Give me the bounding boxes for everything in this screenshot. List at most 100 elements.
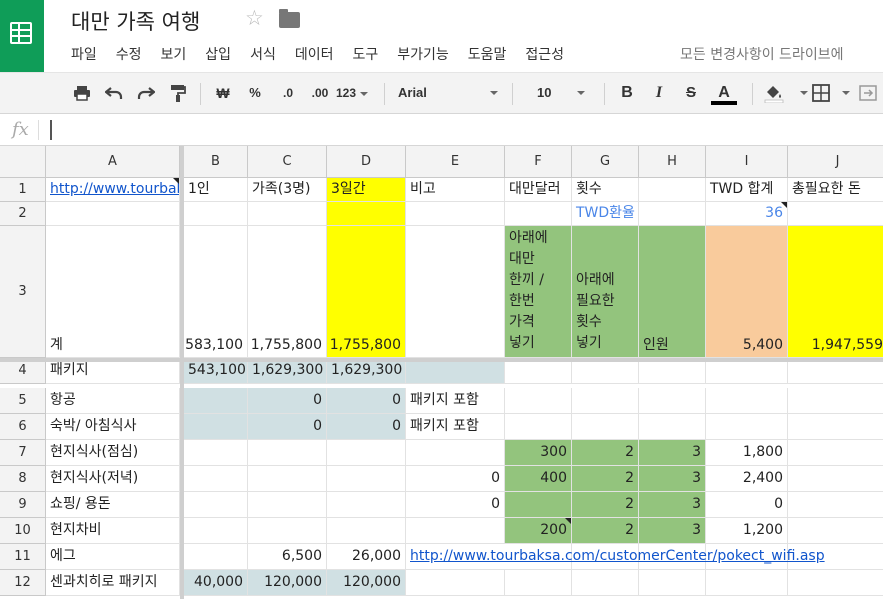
cell-b12[interactable]: 40,000	[184, 570, 248, 596]
redo-icon[interactable]	[134, 81, 158, 105]
cell-d9[interactable]	[327, 492, 406, 518]
menu-data[interactable]: 데이터	[295, 44, 334, 64]
cell-c12[interactable]: 120,000	[248, 570, 327, 596]
fill-color-button[interactable]	[764, 81, 808, 105]
cell-h6[interactable]	[639, 414, 706, 440]
cell-j10[interactable]	[788, 518, 883, 544]
cell-j5[interactable]	[788, 388, 883, 414]
increase-decimal-button[interactable]: .00	[306, 81, 334, 105]
cell-g10[interactable]: 2	[572, 518, 639, 544]
cell-h5[interactable]	[639, 388, 706, 414]
cell-i7[interactable]: 1,800	[706, 440, 788, 466]
cell-b8[interactable]	[184, 466, 248, 492]
menu-addons[interactable]: 부가기능	[397, 44, 449, 64]
cell-value-e11[interactable]: http://www.tourbaksa.com/customerCenter/…	[410, 548, 825, 564]
sheets-logo-icon[interactable]	[0, 0, 44, 72]
cell-f1[interactable]: 대만달러	[505, 178, 572, 202]
cell-i6[interactable]	[706, 414, 788, 440]
row-header-10[interactable]: 10	[0, 518, 46, 544]
column-header-i[interactable]: I	[706, 146, 788, 178]
cell-d2[interactable]	[327, 202, 406, 226]
print-icon[interactable]	[70, 81, 94, 105]
cell-e8[interactable]: 0	[406, 466, 505, 492]
cell-i1[interactable]: TWD 합계	[706, 178, 788, 202]
cell-a9[interactable]: 쇼핑/ 용돈	[46, 492, 180, 518]
cell-e2[interactable]	[406, 202, 505, 226]
cell-d5[interactable]: 0	[327, 388, 406, 414]
menu-accessibility[interactable]: 접근성	[525, 44, 564, 64]
cell-a3[interactable]: 계	[46, 226, 180, 358]
row-header-11[interactable]: 11	[0, 544, 46, 570]
cell-h12[interactable]	[639, 570, 706, 596]
percent-format-button[interactable]: %	[244, 81, 266, 105]
paint-format-icon[interactable]	[166, 81, 190, 105]
column-header-e[interactable]: E	[406, 146, 505, 178]
merge-cells-icon[interactable]	[856, 81, 880, 105]
cell-d8[interactable]	[327, 466, 406, 492]
cell-j3[interactable]: 1,947,559	[788, 226, 883, 358]
cell-a6[interactable]: 숙박/ 아침식사	[46, 414, 180, 440]
cell-a8[interactable]: 현지식사(저녁)	[46, 466, 180, 492]
cell-b6[interactable]	[184, 414, 248, 440]
row-header-5[interactable]: 5	[0, 388, 46, 414]
cell-b5[interactable]	[184, 388, 248, 414]
cell-g9[interactable]: 2	[572, 492, 639, 518]
cell-e7[interactable]	[406, 440, 505, 466]
folder-icon[interactable]	[279, 9, 300, 28]
undo-icon[interactable]	[102, 81, 126, 105]
cell-g1[interactable]: 횟수	[572, 178, 639, 202]
column-header-h[interactable]: H	[639, 146, 706, 178]
cell-a10[interactable]: 현지차비	[46, 518, 180, 544]
cell-i9[interactable]: 0	[706, 492, 788, 518]
cell-j7[interactable]	[788, 440, 883, 466]
cell-j12[interactable]	[788, 570, 883, 596]
cell-a11[interactable]: 에그	[46, 544, 180, 570]
cell-a5[interactable]: 항공	[46, 388, 180, 414]
cell-c2[interactable]	[248, 202, 327, 226]
borders-button[interactable]	[812, 81, 850, 105]
cell-h2[interactable]	[639, 202, 706, 226]
document-title[interactable]: 대만 가족 여행	[71, 6, 200, 36]
row-header-6[interactable]: 6	[0, 414, 46, 440]
save-status[interactable]: 모든 변경사항이 드라이브에	[680, 44, 843, 64]
cell-d11[interactable]: 26,000	[327, 544, 406, 570]
cell-c6[interactable]: 0	[248, 414, 327, 440]
cell-j1[interactable]: 총필요한 돈	[788, 178, 883, 202]
cell-c7[interactable]	[248, 440, 327, 466]
menu-view[interactable]: 보기	[161, 44, 187, 64]
cell-f12[interactable]	[505, 570, 572, 596]
menu-help[interactable]: 도움말	[468, 44, 507, 64]
cell-f3[interactable]: 아래에 대만 한끼 / 한번 가격 넣기	[505, 226, 572, 358]
cell-h9[interactable]: 3	[639, 492, 706, 518]
cell-j9[interactable]	[788, 492, 883, 518]
row-header-12[interactable]: 12	[0, 570, 46, 596]
font-family-select[interactable]: Arial	[398, 81, 500, 105]
more-formats-button[interactable]: 123	[336, 81, 376, 105]
cell-e3[interactable]	[406, 226, 505, 358]
cell-f8[interactable]: 400	[505, 466, 572, 492]
cell-h7[interactable]: 3	[639, 440, 706, 466]
menu-format[interactable]: 서식	[250, 44, 276, 64]
menu-edit[interactable]: 수정	[116, 44, 142, 64]
cell-a12[interactable]: 센과치히로 패키지	[46, 570, 180, 596]
cell-b1[interactable]: 1인	[184, 178, 248, 202]
formula-input[interactable]	[50, 120, 52, 140]
cell-f5[interactable]	[505, 388, 572, 414]
row-header-7[interactable]: 7	[0, 440, 46, 466]
cell-g5[interactable]	[572, 388, 639, 414]
row-header-8[interactable]: 8	[0, 466, 46, 492]
cell-b9[interactable]	[184, 492, 248, 518]
cell-h10[interactable]: 3	[639, 518, 706, 544]
column-header-d[interactable]: D	[327, 146, 406, 178]
cell-i8[interactable]: 2,400	[706, 466, 788, 492]
bold-button[interactable]: B	[616, 81, 638, 105]
cell-a1[interactable]: http://www.tourbaksa.com	[46, 178, 180, 202]
strikethrough-button[interactable]: S	[680, 81, 702, 105]
currency-format-button[interactable]: ₩	[212, 81, 234, 105]
cell-d10[interactable]	[327, 518, 406, 544]
column-header-c[interactable]: C	[248, 146, 327, 178]
cell-f6[interactable]	[505, 414, 572, 440]
cell-c9[interactable]	[248, 492, 327, 518]
frozen-row-divider[interactable]	[0, 358, 883, 362]
cell-a7[interactable]: 현지식사(점심)	[46, 440, 180, 466]
